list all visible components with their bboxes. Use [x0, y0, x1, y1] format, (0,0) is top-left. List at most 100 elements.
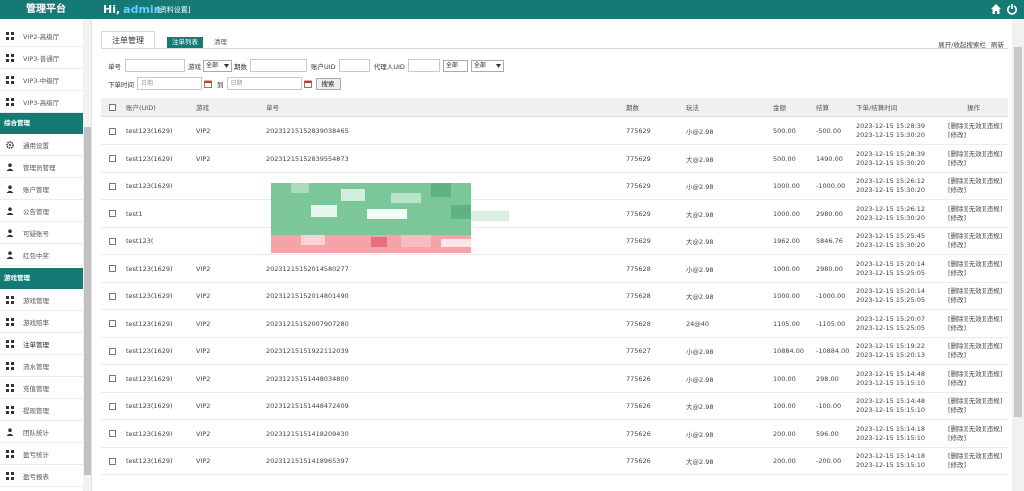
void-link[interactable]: [无效]: [966, 177, 984, 185]
foul-link[interactable]: [违规]: [984, 150, 1002, 158]
edit-link[interactable]: [修改]: [948, 214, 966, 222]
power-icon[interactable]: [1006, 3, 1018, 15]
delete-link[interactable]: [删除]: [948, 150, 966, 158]
home-icon[interactable]: [990, 3, 1002, 15]
agent-uid-input[interactable]: [407, 59, 440, 72]
sidebar-item-team-stats[interactable]: 团队统计: [0, 421, 83, 443]
row-checkbox[interactable]: [109, 430, 116, 437]
sidebar-section-games[interactable]: 游戏管理: [0, 268, 83, 289]
select-all-checkbox[interactable]: [109, 103, 116, 111]
calendar-icon[interactable]: [204, 80, 212, 88]
sidebar-item-game-management[interactable]: 游戏管理: [0, 289, 83, 311]
row-checkbox[interactable]: [109, 375, 116, 382]
sidebar-item-vip3-senior[interactable]: VIP3-高级厅: [0, 91, 83, 113]
sidebar-item-vip3-normal[interactable]: VIP3-普通厅: [0, 47, 83, 69]
row-checkbox[interactable]: [109, 210, 116, 217]
edit-link[interactable]: [修改]: [948, 131, 966, 139]
sidebar-item-account-management[interactable]: 账户管理: [0, 178, 83, 200]
end-date-input[interactable]: 日期: [226, 77, 302, 90]
sidebar-item-vip3-mid[interactable]: VIP3-中级厅: [0, 69, 83, 91]
foul-link[interactable]: [违规]: [984, 205, 1002, 213]
delete-link[interactable]: [删除]: [948, 370, 966, 378]
row-checkbox[interactable]: [109, 347, 116, 355]
toggle-search-link[interactable]: 展开/收起搜索栏: [938, 41, 986, 49]
page-scrollbar-thumb[interactable]: [1014, 47, 1022, 417]
void-link[interactable]: [无效]: [966, 397, 984, 405]
delete-link[interactable]: [删除]: [948, 232, 966, 240]
row-checkbox[interactable]: [109, 457, 116, 465]
sidebar-item-vip2-senior[interactable]: VIP2-高级厅: [0, 25, 83, 47]
delete-link[interactable]: [删除]: [948, 342, 966, 350]
sidebar-item-recharge[interactable]: 充值管理: [0, 377, 83, 399]
foul-link[interactable]: [违规]: [984, 232, 1002, 240]
foul-link[interactable]: [违规]: [984, 177, 1002, 185]
void-link[interactable]: [无效]: [966, 150, 984, 158]
foul-link[interactable]: [违规]: [984, 370, 1002, 378]
sidebar-item-general-settings[interactable]: 通用设置: [0, 134, 83, 156]
foul-link[interactable]: [违规]: [984, 315, 1002, 323]
foul-link[interactable]: [违规]: [984, 287, 1002, 295]
sidebar-item-announcements[interactable]: 公告管理: [0, 200, 83, 222]
sidebar-item-red-packet[interactable]: 红包中奖: [0, 244, 83, 266]
calendar-icon[interactable]: [303, 80, 312, 88]
sidebar-item-turnover[interactable]: 流水管理: [0, 355, 83, 377]
edit-link[interactable]: [修改]: [948, 324, 966, 332]
game-select[interactable]: 全部: [203, 59, 232, 72]
sidebar-item-suspicious-accounts[interactable]: 可疑账号: [0, 222, 83, 244]
edit-link[interactable]: [修改]: [948, 269, 966, 277]
void-link[interactable]: [无效]: [966, 287, 984, 295]
void-link[interactable]: [无效]: [966, 425, 984, 433]
edit-link[interactable]: [修改]: [948, 351, 966, 359]
edit-link[interactable]: [修改]: [948, 296, 966, 304]
search-button[interactable]: 搜索: [315, 77, 341, 90]
foul-link[interactable]: [违规]: [984, 397, 1002, 405]
sidebar-item-withdrawal[interactable]: 提现管理: [0, 399, 83, 421]
row-checkbox[interactable]: [109, 182, 116, 190]
account-uid-input[interactable]: [338, 59, 370, 72]
order-no-input[interactable]: [125, 59, 185, 72]
void-link[interactable]: [无效]: [966, 342, 984, 350]
void-link[interactable]: [无效]: [966, 315, 984, 323]
void-link[interactable]: [无效]: [966, 205, 984, 213]
void-link[interactable]: [无效]: [966, 260, 984, 268]
row-checkbox[interactable]: [109, 292, 116, 300]
extra-select[interactable]: 全部: [470, 59, 504, 72]
edit-link[interactable]: [修改]: [948, 241, 966, 249]
sidebar-item-profit-stats[interactable]: 盈亏统计: [0, 443, 83, 465]
void-link[interactable]: [无效]: [966, 452, 984, 460]
delete-link[interactable]: [删除]: [948, 122, 966, 130]
foul-link[interactable]: [违规]: [984, 452, 1002, 460]
void-link[interactable]: [无效]: [966, 370, 984, 378]
edit-link[interactable]: [修改]: [948, 406, 966, 414]
edit-link[interactable]: [修改]: [948, 379, 966, 387]
sidebar-item-admin-management[interactable]: 管理员管理: [0, 156, 83, 178]
row-checkbox[interactable]: [109, 402, 116, 410]
page-scrollbar[interactable]: [1012, 19, 1024, 491]
delete-link[interactable]: [删除]: [948, 315, 966, 323]
sidebar-scrollbar-thumb[interactable]: [84, 127, 91, 475]
row-checkbox[interactable]: [109, 237, 116, 245]
profile-settings-link[interactable]: [资料设置]: [157, 5, 190, 15]
sidebar-item-profit-report[interactable]: 盈亏报表: [0, 465, 83, 487]
delete-link[interactable]: [删除]: [948, 452, 966, 460]
sidebar-scrollbar[interactable]: [83, 19, 91, 491]
foul-link[interactable]: [违规]: [984, 342, 1002, 350]
sidebar-item-bet-management[interactable]: 注单管理: [0, 333, 83, 355]
subtab-bet-list[interactable]: 注单列表: [167, 37, 203, 48]
sidebar-section-general[interactable]: 综合管理: [0, 113, 83, 134]
tab-bet-management[interactable]: 注单管理: [101, 31, 155, 48]
subtab-clean[interactable]: 清理: [209, 37, 232, 48]
sidebar-item-game-odds[interactable]: 游戏赔率: [0, 311, 83, 333]
void-link[interactable]: [无效]: [966, 122, 984, 130]
foul-link[interactable]: [违规]: [984, 425, 1002, 433]
delete-link[interactable]: [删除]: [948, 397, 966, 405]
delete-link[interactable]: [删除]: [948, 177, 966, 185]
delete-link[interactable]: [删除]: [948, 205, 966, 213]
edit-link[interactable]: [修改]: [948, 461, 966, 469]
row-checkbox[interactable]: [109, 155, 116, 162]
period-input[interactable]: [250, 59, 307, 72]
edit-link[interactable]: [修改]: [948, 159, 966, 167]
foul-link[interactable]: [违规]: [984, 260, 1002, 268]
row-checkbox[interactable]: [109, 320, 116, 327]
edit-link[interactable]: [修改]: [948, 434, 966, 442]
